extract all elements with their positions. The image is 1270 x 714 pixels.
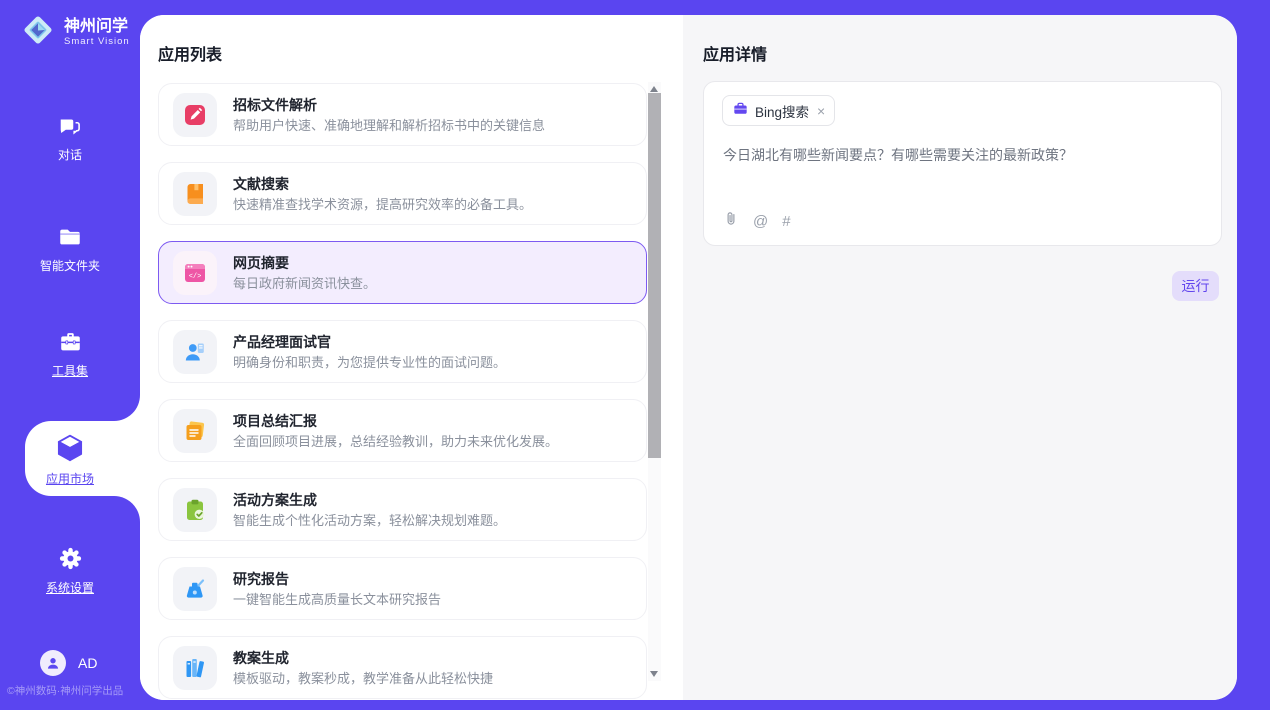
app-list-panel: 应用列表 招标文件解析 帮助用户快速、准确地理解和解析招标书中的关键信息 [140,15,683,700]
app-card-web-summary[interactable]: </> 网页摘要 每日政府新闻资讯快查。 [158,241,647,304]
tool-chip-bing-search[interactable]: Bing搜索 × [722,95,835,126]
brand-name: 神州问学 [64,18,130,36]
sidebar-item-toolset[interactable]: 工具集 [0,329,140,377]
sidebar: 神州问学 Smart Vision 对话 智能文件夹 [0,0,140,710]
books-icon [173,646,217,690]
app-name: 网页摘要 [233,256,376,270]
ink-report-icon [173,567,217,611]
app-card-project-summary-report[interactable]: 项目总结汇报 全面回顾项目进展，总结经验教训，助力未来优化发展。 [158,399,647,462]
document-edit-icon [173,93,217,137]
app-card-list: 招标文件解析 帮助用户快速、准确地理解和解析招标书中的关键信息 文献搜索 [158,83,647,700]
app-description: 模板驱动，教案秒成，教学准备从此轻松快捷 [233,672,493,685]
app-description: 全面回顾项目进展，总结经验教训，助力未来优化发展。 [233,435,558,448]
book-icon [173,172,217,216]
brand-tagline: Smart Vision [64,36,130,47]
app-list-scrollbar[interactable] [648,82,661,681]
chat-icon [57,113,83,144]
sidebar-item-label: 智能文件夹 [0,260,140,272]
cube-icon [55,433,85,468]
app-detail-title: 应用详情 [703,41,767,65]
browser-code-icon: </> [173,251,217,295]
sidebar-item-label: 应用市场 [0,473,140,485]
tool-chip-label: Bing搜索 [755,101,809,121]
main-content: 应用列表 招标文件解析 帮助用户快速、准确地理解和解析招标书中的关键信息 [140,15,1237,700]
briefcase-icon [733,101,748,121]
app-name: 研究报告 [233,572,441,586]
at-mention-icon[interactable]: @ [753,214,768,229]
prompt-text[interactable]: 今日湖北有哪些新闻要点？有哪些需要关注的最新政策？ [723,145,1201,165]
bubble-curve-bottom [114,496,140,522]
scroll-down-icon[interactable] [650,671,658,677]
sidebar-item-chat[interactable]: 对话 [0,113,140,161]
sticky-notes-icon [173,409,217,453]
run-button[interactable]: 运行 [1172,271,1219,301]
scroll-up-icon[interactable] [650,86,658,92]
diamond-logo-icon [20,12,56,53]
brand-logo: 神州问学 Smart Vision [20,12,130,53]
app-name: 招标文件解析 [233,98,545,112]
bubble-curve-top [114,395,140,421]
app-name: 教案生成 [233,651,493,665]
app-description: 智能生成个性化活动方案，轻松解决规划难题。 [233,514,506,527]
app-card-lesson-plan-generator[interactable]: 教案生成 模板驱动，教案秒成，教学准备从此轻松快捷 [158,636,647,699]
hash-icon[interactable]: # [782,214,790,229]
prompt-card: Bing搜索 × 今日湖北有哪些新闻要点？有哪些需要关注的最新政策？ @ # [703,81,1222,246]
app-card-event-plan-generator[interactable]: 活动方案生成 智能生成个性化活动方案，轻松解决规划难题。 [158,478,647,541]
clipboard-check-icon [173,488,217,532]
paperclip-icon[interactable] [723,210,739,232]
sidebar-item-settings[interactable]: 系统设置 [0,545,140,594]
app-card-bid-document-parsing[interactable]: 招标文件解析 帮助用户快速、准确地理解和解析招标书中的关键信息 [158,83,647,146]
app-card-pm-interviewer[interactable]: 产品经理面试官 明确身份和职责，为您提供专业性的面试问题。 [158,320,647,383]
copyright-text: ©神州数码·神州问学出品 [7,683,140,698]
sidebar-item-app-market[interactable]: 应用市场 [0,433,140,485]
app-card-literature-search[interactable]: 文献搜索 快速精准查找学术资源，提高研究效率的必备工具。 [158,162,647,225]
app-window: 神州问学 Smart Vision 对话 智能文件夹 [0,0,1270,714]
app-list-title: 应用列表 [158,41,222,65]
app-detail-panel: 应用详情 Bing搜索 × 今日湖北有哪些新闻要点？有哪些需要关注的最新政策？ [683,15,1237,700]
app-description: 帮助用户快速、准确地理解和解析招标书中的关键信息 [233,119,545,132]
sidebar-item-label: 对话 [0,149,140,161]
sidebar-item-label: 系统设置 [0,582,140,594]
app-description: 明确身份和职责，为您提供专业性的面试问题。 [233,356,506,369]
app-name: 文献搜索 [233,177,532,191]
interviewer-icon [173,330,217,374]
svg-text:</>: </> [189,273,202,281]
app-name: 项目总结汇报 [233,414,558,428]
folder-icon [57,224,83,255]
app-name: 活动方案生成 [233,493,506,507]
user-profile[interactable]: AD [40,650,97,676]
app-name: 产品经理面试官 [233,335,506,349]
gear-icon [57,545,84,577]
close-icon[interactable]: × [817,104,825,118]
toolbox-icon [57,329,84,360]
scrollbar-thumb[interactable] [648,93,661,458]
sidebar-item-smart-folder[interactable]: 智能文件夹 [0,224,140,272]
user-badge: AD [78,655,97,671]
app-description: 一键智能生成高质量长文本研究报告 [233,593,441,606]
avatar [40,650,66,676]
app-description: 快速精准查找学术资源，提高研究效率的必备工具。 [233,198,532,211]
app-card-research-report[interactable]: 研究报告 一键智能生成高质量长文本研究报告 [158,557,647,620]
sidebar-item-label: 工具集 [0,365,140,377]
app-description: 每日政府新闻资讯快查。 [233,277,376,290]
composer-toolbar: @ # [723,210,791,232]
